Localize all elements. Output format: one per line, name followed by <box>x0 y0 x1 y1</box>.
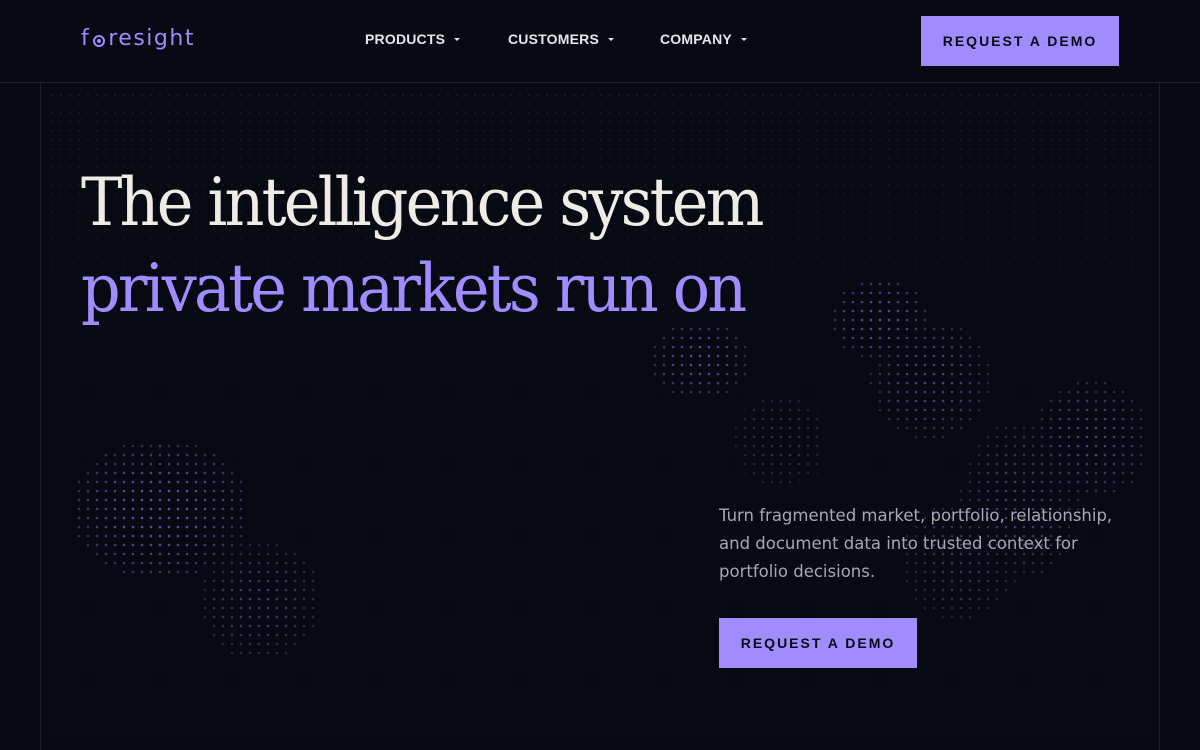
nav-item-label: CUSTOMERS <box>508 31 599 47</box>
nav-item-customers[interactable]: CUSTOMERS <box>508 31 614 47</box>
logo-text-start: f <box>81 26 91 51</box>
caret-down-icon <box>608 37 614 41</box>
caret-down-icon <box>454 37 461 41</box>
nav-item-company[interactable]: COMPANY <box>660 31 747 47</box>
hero-description: Turn fragmented market, portfolio, relat… <box>719 506 1113 581</box>
hero-title-line-2: private markets run on <box>81 250 747 327</box>
nav-item-label: PRODUCTS <box>365 31 446 47</box>
hero-request-demo-button[interactable]: REQUEST A DEMO <box>719 618 917 668</box>
caret-down-icon <box>740 37 747 41</box>
logo-text-end: resight <box>108 26 195 51</box>
landing-page: f resight PRODUCTS CUSTOMERS COMPANY REQ… <box>0 0 1200 750</box>
header-request-demo-button[interactable]: REQUEST A DEMO <box>921 16 1119 66</box>
dot-world-map-background <box>50 93 1152 736</box>
hero-title-line-1: The intelligence system <box>81 164 764 241</box>
nav-item-label: COMPANY <box>660 31 732 47</box>
foresight-logo[interactable]: f resight <box>81 24 195 54</box>
hero-title: The intelligence system private markets … <box>81 160 764 332</box>
nav-item-products[interactable]: PRODUCTS <box>365 31 461 47</box>
logo-eye-icon <box>93 35 106 47</box>
site-header: f resight PRODUCTS CUSTOMERS COMPANY REQ… <box>0 0 1200 83</box>
